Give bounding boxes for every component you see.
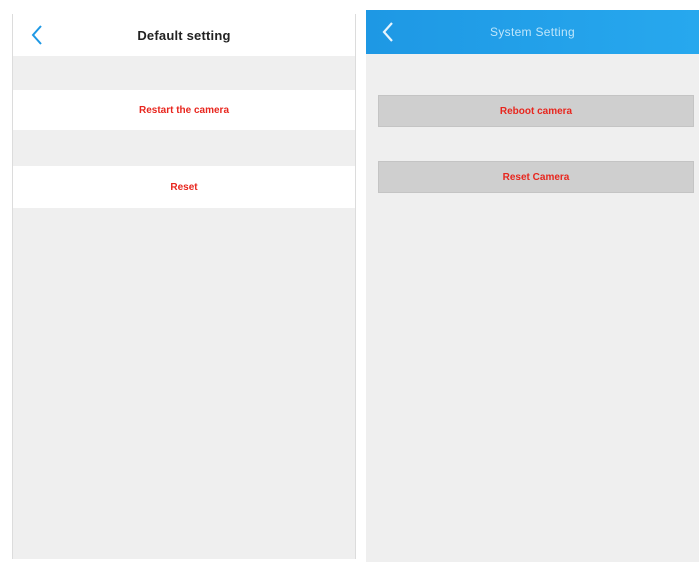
section-spacer [13, 130, 355, 166]
back-button[interactable] [27, 21, 49, 49]
reboot-camera-label: Reboot camera [499, 105, 573, 117]
page-title: System Setting [490, 25, 575, 39]
chevron-left-icon [31, 25, 42, 45]
restart-camera-label: Restart the camera [138, 104, 230, 116]
chevron-left-icon [382, 22, 393, 42]
default-setting-screen: Default setting Restart the camera Reset [12, 14, 356, 559]
back-button[interactable] [378, 18, 400, 46]
reboot-camera-button[interactable]: Reboot camera [378, 95, 694, 127]
system-setting-screen: System Setting Reboot camera Reset Camer… [366, 10, 699, 562]
page-title: Default setting [137, 27, 231, 43]
section-spacer [13, 56, 355, 90]
reset-button[interactable]: Reset [13, 166, 355, 208]
reset-label: Reset [170, 181, 198, 193]
default-setting-header: Default setting [13, 14, 355, 56]
screenshot-frame: Default setting Restart the camera Reset… [0, 0, 699, 562]
reset-camera-label: Reset Camera [502, 171, 570, 183]
restart-camera-button[interactable]: Restart the camera [13, 90, 355, 130]
reset-camera-button[interactable]: Reset Camera [378, 161, 694, 193]
system-setting-header: System Setting [366, 10, 699, 54]
